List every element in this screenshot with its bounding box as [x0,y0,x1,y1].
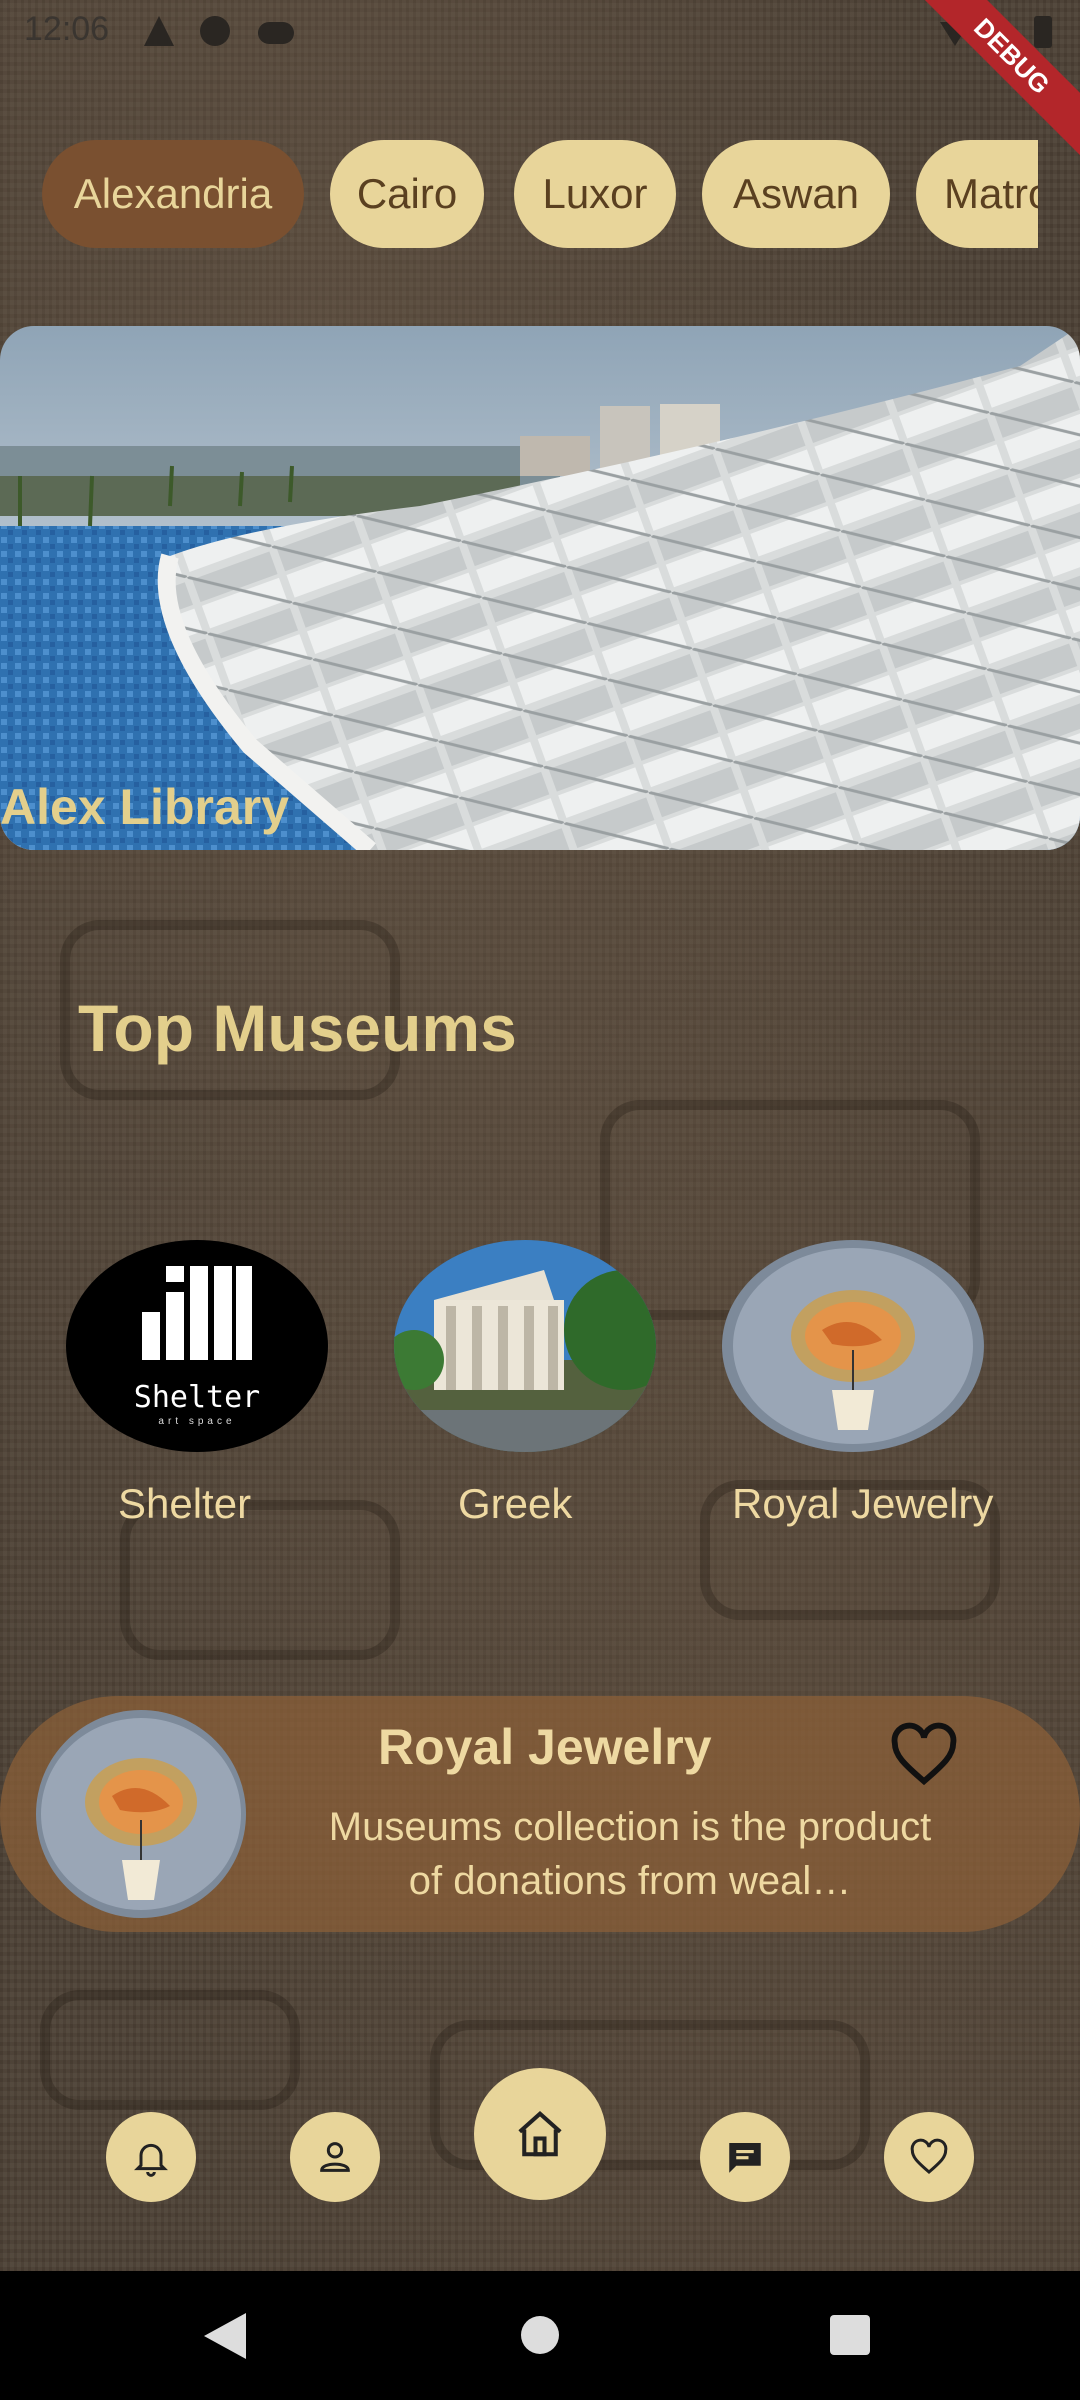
warning-icon [144,16,174,46]
nav-home-button[interactable] [474,2068,606,2200]
bell-icon [134,2143,168,2177]
featured-museum-card[interactable]: Royal Jewelry Museums collection is the … [0,1696,1080,1932]
shelter-logo: Shelter art space [66,1240,328,1452]
chip-luxor[interactable]: Luxor [514,140,676,248]
museum-name: Greek [458,1480,573,1527]
museum-name: Shelter [118,1480,252,1527]
system-navigation-bar [0,2271,1080,2400]
status-bar: 12:06 DEBUG [0,0,1080,157]
shelter-logo-text: Shelter [133,1380,261,1415]
nav-chat-button[interactable] [700,2112,790,2202]
featured-museum-description: Museums collection is the product of don… [328,1805,932,1903]
section-title: Top Museums [78,991,517,1065]
favorite-heart-icon[interactable] [886,1720,962,1790]
museum-name: Royal Jewelry [732,1480,994,1527]
cloud-icon [258,22,294,44]
chip-alexandria[interactable]: Alexandria [42,140,304,248]
chip-cairo[interactable]: Cairo [330,140,484,248]
home-icon [518,2111,562,2157]
person-icon [320,2142,350,2172]
featured-museum-image [36,1710,246,1918]
chip-matrouh[interactable]: Matrouh [916,140,1038,248]
featured-museum-title: Royal Jewelry [378,1719,712,1775]
nav-favorites-button[interactable] [884,2112,974,2202]
city-chip-row: Alexandria Cairo Luxor Aswan Matrouh [42,140,1038,250]
museum-item-greek[interactable]: Greek [394,1240,656,1527]
chat-icon [729,2143,761,2173]
nav-profile-button[interactable] [290,2112,380,2202]
featured-place-image[interactable] [0,326,1080,850]
heart-icon [910,2138,948,2174]
museum-item-shelter[interactable]: Shelter art space Shelter [66,1240,328,1527]
status-time: 12:06 [24,10,110,48]
shelter-logo-subtext: art space [158,1416,236,1427]
royal-jewelry-image [722,1240,984,1452]
app-status-icon [200,16,230,46]
home-circle-icon[interactable] [520,2315,560,2355]
nav-notifications-button[interactable] [106,2112,196,2202]
museum-item-royal-jewelry[interactable]: Royal Jewelry [722,1240,993,1527]
battery-icon [1034,16,1052,48]
recents-icon[interactable] [830,2315,870,2355]
greek-museum-image [394,1240,656,1452]
featured-place-caption: Alex Library [0,779,290,835]
chip-aswan[interactable]: Aswan [702,140,890,248]
back-icon[interactable] [204,2313,246,2359]
